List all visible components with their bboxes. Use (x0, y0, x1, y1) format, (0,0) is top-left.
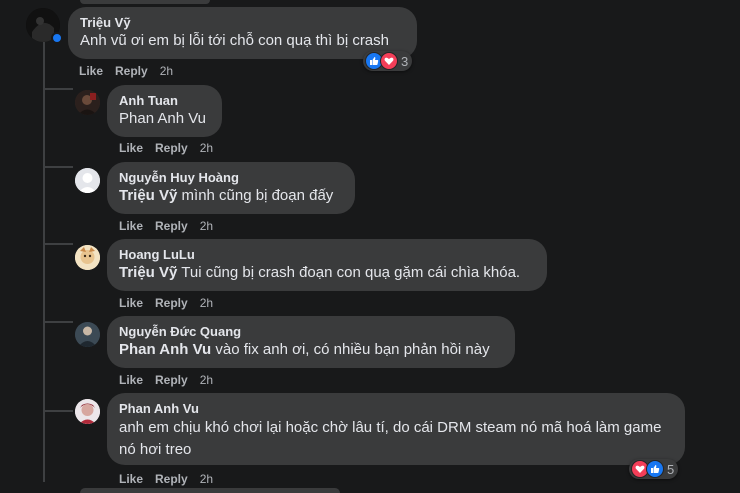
comment-bubble: Phan Anh Vu anh em chịu khó chơi lại hoặ… (107, 393, 685, 465)
mention-link[interactable]: Triệu Vỹ (119, 187, 177, 204)
comment-text-body: Tui cũng bị crash đoạn con quạ gặm cái c… (177, 264, 521, 281)
like-button[interactable]: Like (79, 64, 103, 78)
comment-text-body: Phan Anh Vu (119, 110, 207, 127)
comment-timestamp[interactable]: 2h (160, 64, 173, 78)
comment-text: anh em chịu khó chơi lại hoặc chờ lâu tí… (119, 417, 673, 461)
comment-bubble: Nguyễn Huy Hoàng Triệu Vỹ mình cũng bị đ… (107, 162, 355, 214)
avatar[interactable] (75, 399, 100, 424)
comment-timestamp[interactable]: 2h (200, 472, 213, 486)
comment-author[interactable]: Anh Tuan (119, 93, 210, 109)
comment-timestamp[interactable]: 2h (200, 141, 213, 155)
comment-bubble: Anh Tuan Phan Anh Vu (107, 85, 222, 137)
like-button[interactable]: Like (119, 296, 143, 310)
thread-branch (43, 88, 73, 90)
comment-text: Phan Anh Vu vào fix anh ơi, có nhiều bạn… (119, 340, 503, 360)
comment-bubble: Hoang LuLu Triệu Vỹ Tui cũng bị crash đo… (107, 239, 547, 291)
comment-bubble: Triệu Vỹ Anh vũ ơi em bị lỗi tới chỗ con… (68, 7, 417, 59)
comment-author[interactable]: Triệu Vỹ (80, 15, 405, 31)
comment-timestamp[interactable]: 2h (200, 296, 213, 310)
reaction-count: 5 (667, 461, 675, 477)
like-button[interactable]: Like (119, 373, 143, 387)
comment-author[interactable]: Nguyễn Đức Quang (119, 324, 503, 340)
comment-actions: Like Reply 2h (119, 372, 225, 388)
love-reaction-icon (380, 52, 398, 70)
top-cut-comment-bubble (80, 0, 210, 4)
reply-button[interactable]: Reply (155, 141, 188, 155)
comment-text: Triệu Vỹ mình cũng bị đoạn đấy (119, 186, 343, 206)
comment-actions: Like Reply 2h (79, 63, 185, 79)
comment-text: Anh vũ ơi em bị lỗi tới chỗ con quạ thì … (80, 32, 389, 49)
comment-text-body: mình cũng bị đoạn đấy (177, 187, 334, 204)
mention-link[interactable]: Phan Anh Vu (119, 341, 211, 358)
online-status-dot (51, 32, 63, 44)
like-reaction-icon (646, 460, 664, 478)
thread-branch (43, 410, 73, 412)
reaction-summary[interactable]: 5 (629, 459, 679, 479)
like-button[interactable]: Like (119, 219, 143, 233)
comment-bubble: Nguyễn Đức Quang Phan Anh Vu vào fix anh… (107, 316, 515, 368)
thread-branch (43, 243, 73, 245)
reply-button[interactable]: Reply (155, 296, 188, 310)
avatar[interactable] (75, 168, 100, 193)
reaction-count: 3 (401, 53, 409, 69)
avatar[interactable] (75, 90, 100, 115)
comment-text-body: anh em chịu khó chơi lại hoặc chờ lâu tí… (119, 419, 662, 458)
thread-branch (43, 166, 73, 168)
thread-branch (43, 321, 73, 323)
comment-author[interactable]: Phan Anh Vu (119, 401, 673, 417)
reaction-summary[interactable]: 3 (363, 51, 413, 71)
mention-link[interactable]: Triệu Vỹ (119, 264, 177, 281)
comment-timestamp[interactable]: 2h (200, 219, 213, 233)
like-button[interactable]: Like (119, 472, 143, 486)
comment-text: Phan Anh Vu (119, 109, 210, 129)
comment-text-body: vào fix anh ơi, có nhiều bạn phản hồi nà… (211, 341, 490, 358)
reply-button[interactable]: Reply (155, 219, 188, 233)
comment-text: Triệu Vỹ Tui cũng bị crash đoạn con quạ … (119, 263, 535, 283)
like-button[interactable]: Like (119, 141, 143, 155)
reply-button[interactable]: Reply (115, 64, 148, 78)
reply-button[interactable]: Reply (155, 373, 188, 387)
comment-actions: Like Reply 2h (119, 218, 225, 234)
comment-author[interactable]: Hoang LuLu (119, 247, 535, 263)
avatar[interactable] (75, 322, 100, 347)
reply-button[interactable]: Reply (155, 472, 188, 486)
thread-line (43, 42, 45, 482)
bottom-cut-comment-bubble (80, 488, 340, 493)
comment-actions: Like Reply 2h (119, 295, 225, 311)
comment-author[interactable]: Nguyễn Huy Hoàng (119, 170, 343, 186)
avatar[interactable] (75, 245, 100, 270)
comment-actions: Like Reply 2h (119, 471, 225, 487)
comment-timestamp[interactable]: 2h (200, 373, 213, 387)
comment-actions: Like Reply 2h (119, 140, 225, 156)
